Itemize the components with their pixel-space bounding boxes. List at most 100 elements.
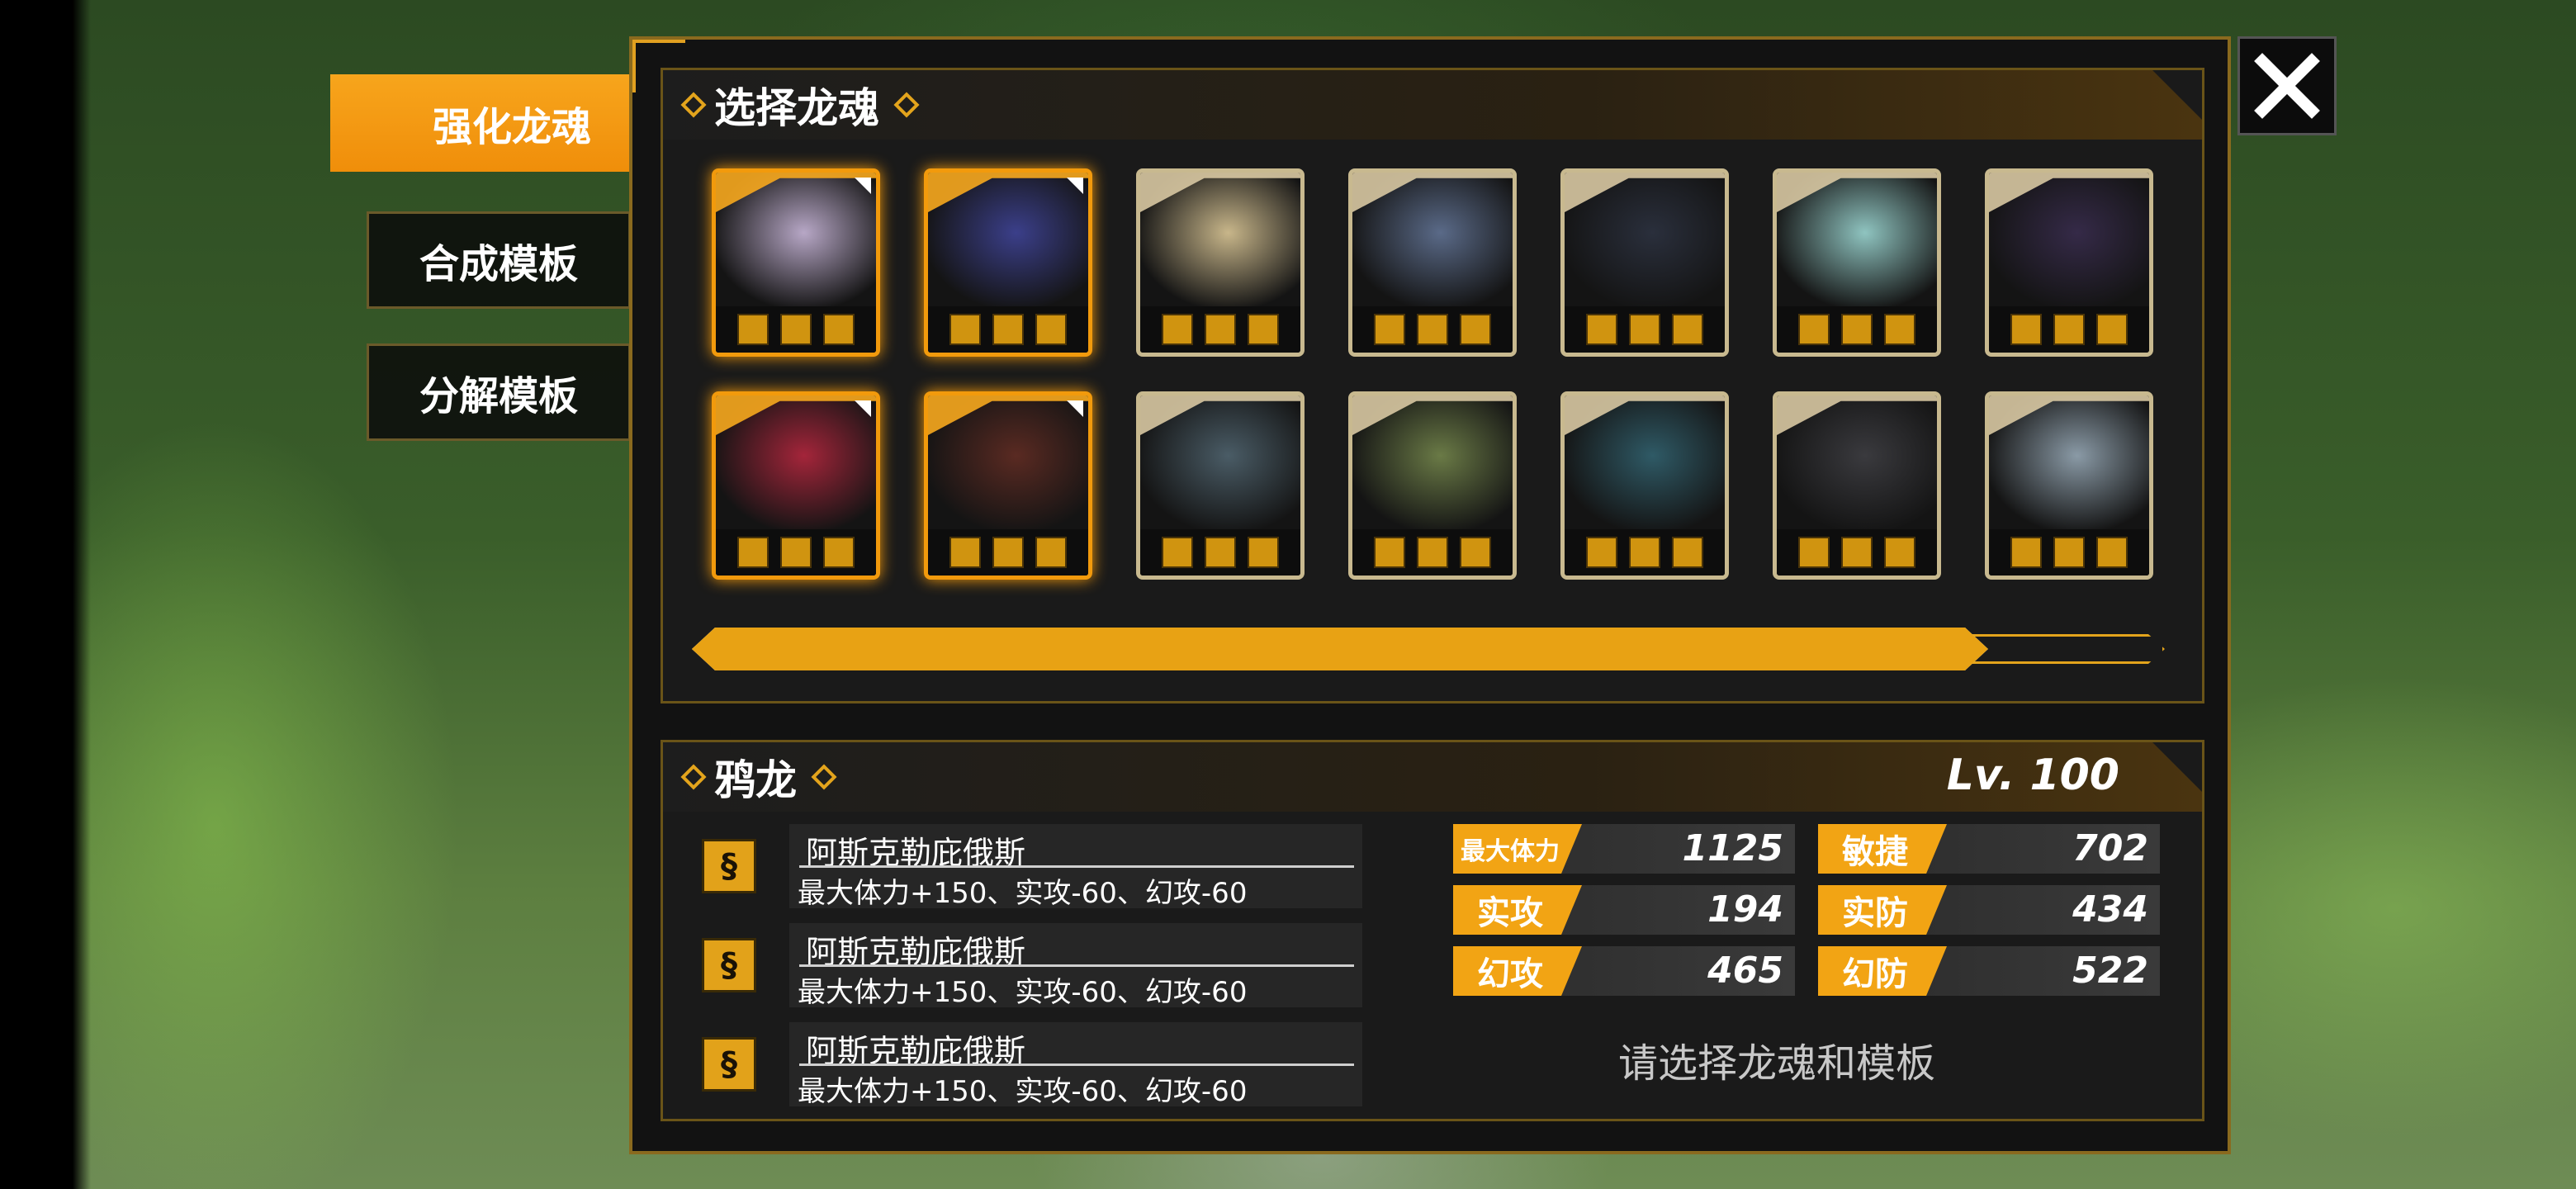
dragon-soul-1-card[interactable]	[712, 168, 880, 357]
card-attribute-icons	[1989, 529, 2149, 576]
dragon-soul-11-card[interactable]	[1348, 391, 1517, 580]
stat-max-hp: 最大体力 1125	[1453, 824, 1795, 874]
card-attribute-icons	[1140, 306, 1300, 353]
moon-icon	[2053, 314, 2085, 345]
soul-level: Lv. 100	[1946, 751, 2119, 800]
stat-magic-attack: 幻攻 465	[1453, 946, 1795, 996]
stat-value: 702	[2072, 827, 2148, 869]
close-button[interactable]	[2237, 36, 2337, 135]
skill-row[interactable]: § 阿斯克勒庇俄斯 最大体力+150、实攻-60、幻攻-60	[702, 824, 1362, 910]
fork-icon	[2096, 537, 2128, 568]
helmet-icon	[780, 537, 812, 568]
serpent-icon	[949, 314, 981, 345]
dragon-soul-13-card[interactable]	[1773, 391, 1941, 580]
card-attribute-icons	[1565, 529, 1725, 576]
card-attribute-icons	[1777, 306, 1937, 353]
tab-enhance-soul-label: 强化龙魂	[432, 104, 591, 150]
diamond-ornament-icon	[680, 92, 706, 117]
dragon-soul-2-card[interactable]	[924, 168, 1092, 357]
target-icon	[1841, 314, 1873, 345]
stat-value: 194	[1707, 888, 1783, 931]
selected-corner-icon	[855, 178, 871, 194]
wing-icon	[1884, 537, 1915, 568]
claw-icon	[1035, 537, 1067, 568]
serpent-staff-icon: §	[702, 938, 756, 992]
diamond-ornament-icon	[893, 92, 919, 117]
claw-icon	[949, 537, 981, 568]
lightning-icon	[1374, 537, 1405, 568]
dragon-soul-6-card[interactable]	[1773, 168, 1941, 357]
grid-icon	[1629, 314, 1660, 345]
soul-select-section: 选择龙魂	[661, 68, 2204, 703]
serpent-icon	[992, 314, 1024, 345]
serpent-icon	[1417, 314, 1448, 345]
grid-icon	[1672, 314, 1703, 345]
divider	[799, 1063, 1354, 1066]
fork-icon	[2053, 537, 2085, 568]
stat-value: 522	[2072, 950, 2148, 992]
serpent-staff-icon: §	[702, 839, 756, 893]
helmet-icon	[737, 537, 769, 568]
tab-compose-template-label: 合成模板	[419, 241, 578, 287]
selected-corner-icon	[1067, 178, 1083, 194]
close-icon	[2254, 53, 2320, 119]
skill-box: 阿斯克勒庇俄斯 最大体力+150、实攻-60、幻攻-60	[789, 923, 1362, 1009]
card-attribute-icons	[928, 306, 1088, 353]
dragon-soul-4-card[interactable]	[1348, 168, 1517, 357]
beast-icon	[737, 314, 769, 345]
skill-row[interactable]: § 阿斯克勒庇俄斯 最大体力+150、实攻-60、幻攻-60	[702, 923, 1362, 1009]
horizontal-scrollbar[interactable]	[692, 628, 2165, 670]
dragon-soul-7-card[interactable]	[1985, 168, 2153, 357]
dragon-soul-3-card[interactable]	[1136, 168, 1305, 357]
target-icon	[1798, 314, 1830, 345]
soul-name: 鸦龙	[714, 756, 797, 804]
beast-icon	[823, 314, 855, 345]
diamond-ornament-icon	[811, 764, 836, 789]
selected-corner-icon	[1067, 400, 1083, 417]
stat-label: 幻攻	[1453, 946, 1582, 996]
dragon-soul-9-card[interactable]	[924, 391, 1092, 580]
soul-select-header: 选择龙魂	[663, 70, 2202, 140]
diamond-ornament-icon	[680, 764, 706, 789]
dragon-soul-12-card[interactable]	[1560, 391, 1729, 580]
serpent-icon	[1035, 314, 1067, 345]
serpent-icon	[1460, 314, 1491, 345]
stat-value: 1125	[1682, 827, 1783, 869]
fork-icon	[2010, 537, 2042, 568]
beast-icon	[1205, 314, 1236, 345]
serpent-staff-icon: §	[702, 1037, 756, 1092]
fork-icon	[1162, 537, 1193, 568]
stat-value: 434	[2072, 888, 2148, 931]
skill-row[interactable]: § 阿斯克勒庇俄斯 最大体力+150、实攻-60、幻攻-60	[702, 1022, 1362, 1108]
skill-desc: 最大体力+150、实攻-60、幻攻-60	[798, 877, 1248, 910]
skill-desc: 最大体力+150、实攻-60、幻攻-60	[798, 1075, 1248, 1108]
claw-icon	[992, 537, 1024, 568]
beast-icon	[780, 314, 812, 345]
mask-icon	[1586, 537, 1617, 568]
stat-value: 465	[1707, 950, 1783, 992]
stat-label: 实攻	[1453, 885, 1582, 935]
skill-desc: 最大体力+150、实攻-60、幻攻-60	[798, 976, 1248, 1009]
card-attribute-icons	[1777, 529, 1937, 576]
dragon-soul-14-card[interactable]	[1985, 391, 2153, 580]
wing-icon	[1841, 537, 1873, 568]
stat-label: 幻防	[1818, 946, 1947, 996]
dragon-soul-8-card[interactable]	[712, 391, 880, 580]
soul-detail-header: 鸦龙 Lv. 100	[663, 742, 2202, 812]
stat-agility: 敏捷 702	[1818, 824, 2160, 874]
scrollbar-thumb-border	[692, 628, 1988, 670]
tab-compose-template[interactable]: 合成模板	[367, 211, 631, 309]
mask-icon	[1629, 537, 1660, 568]
tab-decompose-template-label: 分解模板	[419, 373, 578, 419]
target-icon	[1884, 314, 1915, 345]
serpent-icon	[1374, 314, 1405, 345]
dragon-soul-5-card[interactable]	[1560, 168, 1729, 357]
card-attribute-icons	[1352, 529, 1513, 576]
lightning-icon	[1460, 537, 1491, 568]
moon-icon	[2096, 314, 2128, 345]
moon-icon	[2010, 314, 2042, 345]
selected-corner-icon	[855, 400, 871, 417]
grid-icon	[1586, 314, 1617, 345]
tab-decompose-template[interactable]: 分解模板	[367, 343, 631, 441]
dragon-soul-10-card[interactable]	[1136, 391, 1305, 580]
